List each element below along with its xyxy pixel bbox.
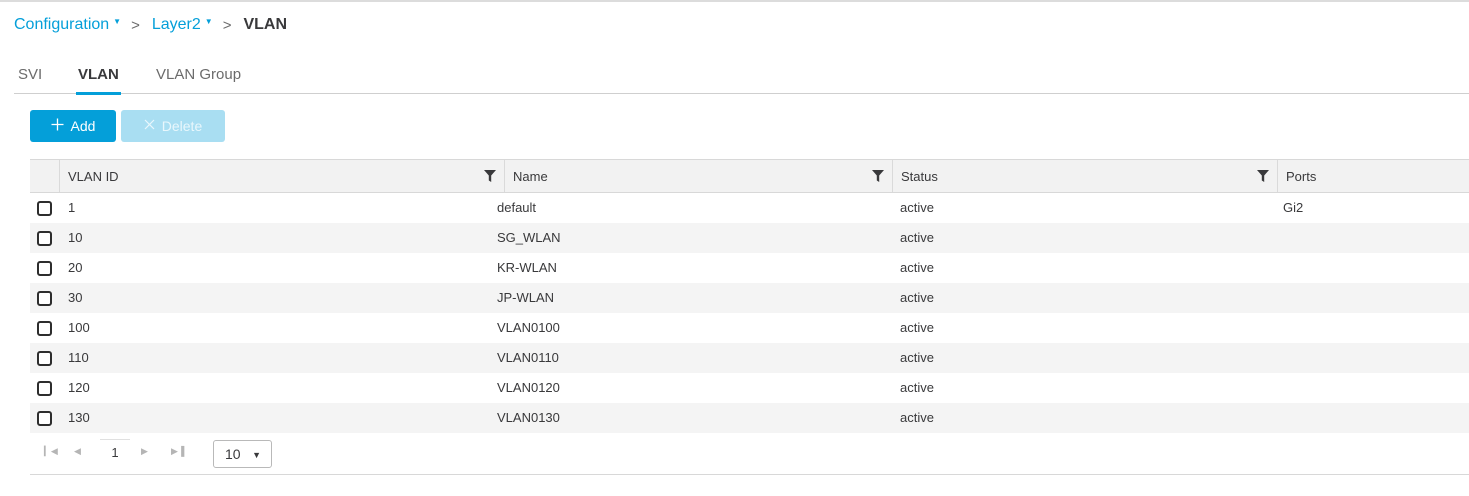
first-page-icon[interactable]: ▎◀	[44, 446, 58, 457]
filter-icon[interactable]	[1257, 170, 1269, 182]
caret-down-icon: ▼	[204, 16, 213, 26]
table-row[interactable]: 30 JP-WLAN active	[30, 283, 1469, 313]
cell-status: active	[900, 350, 934, 365]
breadcrumb-separator: >	[222, 16, 232, 34]
page-size-select[interactable]: 10 ▼	[213, 440, 272, 468]
next-page-icon[interactable]: ▶	[141, 446, 148, 457]
row-checkbox[interactable]	[37, 201, 52, 216]
table-row[interactable]: 100 VLAN0100 active	[30, 313, 1469, 343]
cell-status: active	[900, 260, 934, 275]
tab-bar: SVI VLAN VLAN Group	[14, 60, 1469, 95]
cell-name: VLAN0110	[497, 350, 559, 365]
cell-status: active	[900, 320, 934, 335]
vlan-table: VLAN ID Name Status Ports 1 default acti…	[30, 159, 1469, 475]
caret-down-icon: ▼	[113, 16, 122, 26]
tab-svi[interactable]: SVI	[18, 66, 42, 94]
row-checkbox[interactable]	[37, 351, 52, 366]
cell-name: JP-WLAN	[497, 290, 555, 305]
breadcrumb-configuration[interactable]: Configuration ▼	[14, 16, 121, 34]
row-checkbox[interactable]	[37, 291, 52, 306]
cell-name: KR-WLAN	[497, 260, 557, 275]
cell-vlan-id: 130	[68, 410, 90, 425]
cell-vlan-id: 100	[68, 320, 90, 335]
row-checkbox[interactable]	[37, 321, 52, 336]
cell-name: VLAN0130	[497, 410, 560, 425]
cell-ports: Gi2	[1283, 200, 1304, 215]
close-icon	[144, 118, 155, 134]
plus-icon	[51, 118, 64, 135]
cell-vlan-id: 30	[68, 290, 83, 305]
table-row[interactable]: 1 default active Gi2	[30, 193, 1469, 223]
row-checkbox[interactable]	[37, 261, 52, 276]
breadcrumb: Configuration ▼ > Layer2 ▼ > VLAN	[14, 14, 287, 36]
cell-name: SG_WLAN	[497, 230, 561, 245]
table-header: VLAN ID Name Status Ports	[30, 159, 1469, 193]
cell-status: active	[900, 290, 934, 305]
delete-button[interactable]: Delete	[121, 110, 225, 142]
cell-vlan-id: 1	[68, 200, 76, 215]
add-button-label: Add	[70, 118, 96, 134]
column-header-label: Status	[901, 168, 938, 184]
breadcrumb-configuration-label: Configuration	[14, 16, 110, 33]
table-row[interactable]: 10 SG_WLAN active	[30, 223, 1469, 253]
cell-vlan-id: 120	[68, 380, 90, 395]
cell-status: active	[900, 230, 934, 245]
cell-name: VLAN0120	[497, 380, 560, 395]
page-size-value: 10	[225, 446, 241, 462]
row-checkbox[interactable]	[37, 411, 52, 426]
cell-status: active	[900, 410, 934, 425]
column-header-label: Name	[513, 168, 548, 184]
cell-name: VLAN0100	[497, 320, 560, 335]
filter-icon[interactable]	[872, 170, 884, 182]
breadcrumb-current: VLAN	[243, 16, 288, 33]
row-checkbox[interactable]	[37, 231, 52, 246]
chevron-down-icon: ▼	[252, 450, 261, 460]
column-header-status[interactable]: Status	[892, 160, 1277, 192]
breadcrumb-separator: >	[131, 16, 140, 34]
cell-name: default	[497, 200, 537, 215]
cell-vlan-id: 10	[68, 230, 83, 245]
cell-vlan-id: 110	[68, 350, 89, 365]
column-header-ports[interactable]: Ports	[1277, 160, 1469, 192]
breadcrumb-layer2[interactable]: Layer2 ▼	[152, 16, 213, 34]
table-row[interactable]: 20 KR-WLAN active	[30, 253, 1469, 283]
cell-status: active	[900, 380, 934, 395]
column-header-label: VLAN ID	[68, 168, 119, 184]
previous-page-icon[interactable]: ◀	[74, 446, 81, 457]
table-row[interactable]: 110 VLAN0110 active	[30, 343, 1469, 373]
column-header-name[interactable]: Name	[504, 160, 892, 192]
table-row[interactable]: 120 VLAN0120 active	[30, 373, 1469, 403]
top-divider	[0, 0, 1469, 2]
delete-button-label: Delete	[161, 118, 203, 134]
filter-icon[interactable]	[484, 170, 496, 182]
tab-vlan[interactable]: VLAN	[76, 66, 121, 95]
row-checkbox[interactable]	[37, 381, 52, 396]
table-row[interactable]: 130 VLAN0130 active	[30, 403, 1469, 433]
breadcrumb-layer2-label: Layer2	[151, 16, 201, 33]
add-button[interactable]: Add	[30, 110, 116, 142]
current-page[interactable]: 1	[100, 439, 130, 465]
cell-vlan-id: 20	[68, 260, 83, 275]
cell-status: active	[900, 200, 934, 215]
column-header-label: Ports	[1286, 168, 1317, 184]
tab-vlan-group[interactable]: VLAN Group	[156, 66, 241, 94]
last-page-icon[interactable]: ▶▐	[171, 446, 184, 457]
column-header-vlan-id[interactable]: VLAN ID	[59, 160, 504, 192]
pagination: ▎◀ ◀ 1 ▶ ▶▐ 10 ▼	[30, 433, 1469, 475]
